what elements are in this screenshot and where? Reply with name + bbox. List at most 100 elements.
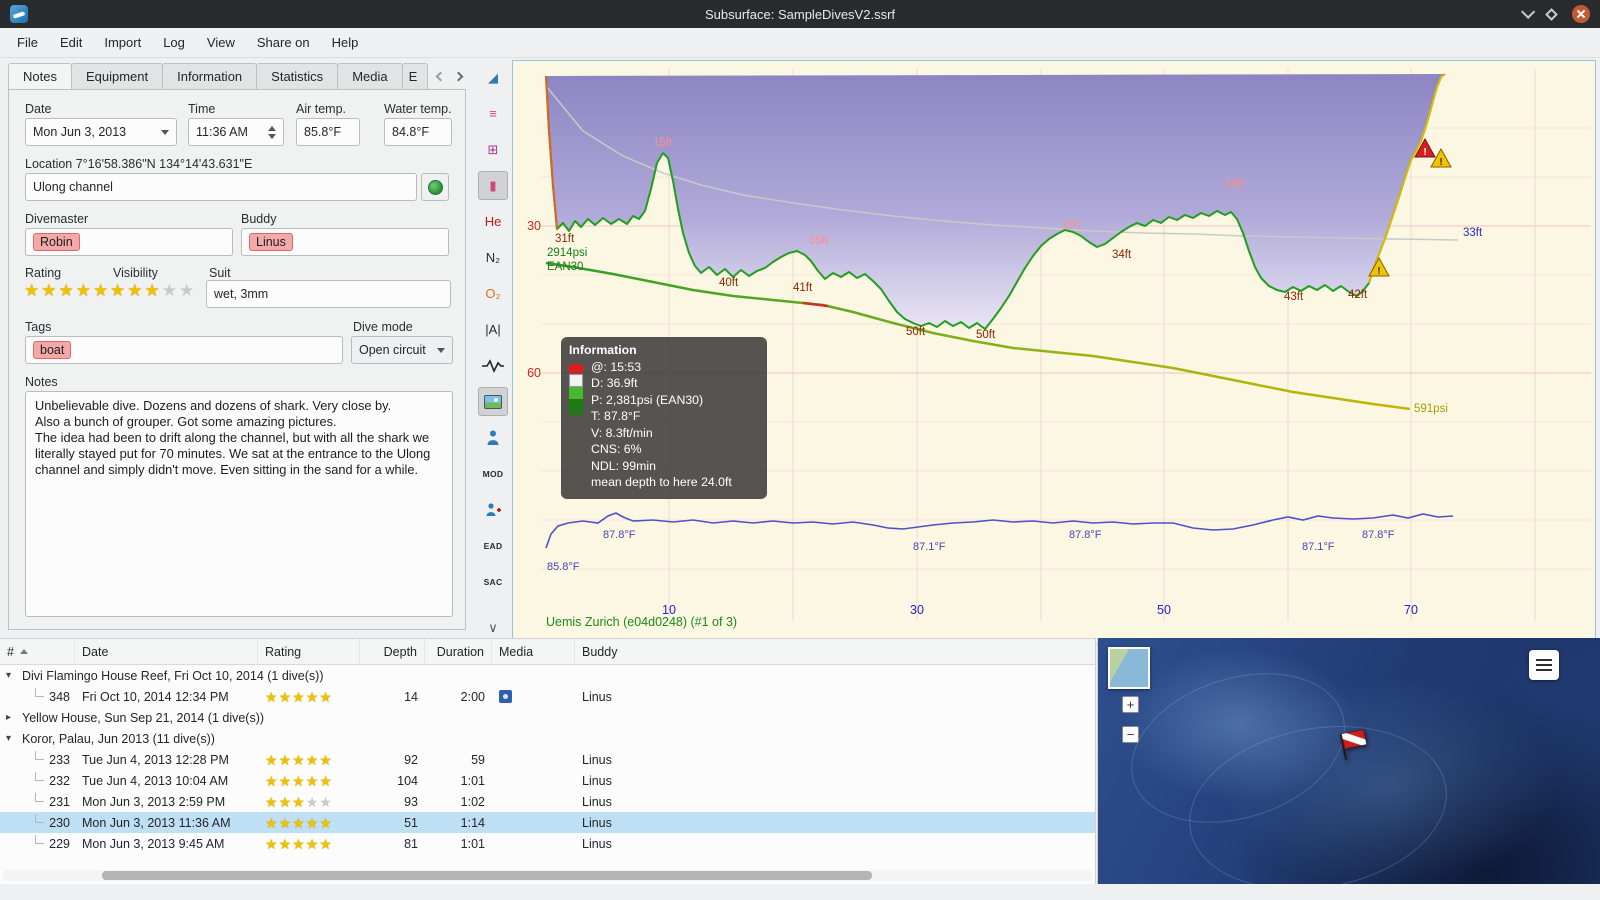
time-tick-50: 50: [1157, 603, 1171, 617]
dive-flag-marker[interactable]: [1333, 723, 1374, 765]
dive-number: 229: [49, 836, 70, 851]
dive-row-selected[interactable]: 230 Mon Jun 3, 2013 11:36 AM ★ ★ ★ ★ ★ 51 1:…: [0, 812, 1095, 833]
ceiling-icon[interactable]: |A|: [478, 315, 508, 344]
divemaster-chip[interactable]: Robin: [33, 233, 80, 251]
mean-depth-annotation: 33ft: [1463, 227, 1483, 239]
dive-profile-icon[interactable]: ◢: [478, 63, 508, 92]
tank-pressure-icon[interactable]: ▮: [478, 171, 508, 200]
maximize-icon[interactable]: [1545, 7, 1558, 21]
trip-row[interactable]: ▾ Divi Flamingo House Reef, Fri Oct 10, …: [0, 665, 1095, 686]
time-spinbox[interactable]: 11:36 AM: [188, 118, 284, 146]
col-depth[interactable]: Depth: [360, 639, 425, 664]
pp-nitrogen-icon[interactable]: N₂: [478, 243, 508, 272]
dive-profile-plot[interactable]: ! ! ! 30 60 10 30 50 70 31ft 15ft 40ft 3…: [512, 60, 1596, 645]
pp-helium-icon[interactable]: He: [478, 207, 508, 236]
col-date[interactable]: Date: [75, 639, 258, 664]
dive-date: Tue Jun 4, 2013 10:04 AM: [82, 773, 229, 788]
menu-log[interactable]: Log: [152, 30, 196, 55]
menu-help[interactable]: Help: [321, 30, 370, 55]
depth-annotation: 15ft: [653, 137, 673, 149]
tab-scroll-left-icon[interactable]: [433, 67, 448, 86]
time-label: Time: [188, 102, 216, 116]
tab-statistics[interactable]: Statistics: [256, 63, 339, 90]
map-menu-icon[interactable]: [1529, 650, 1559, 680]
dive-buddy: Linus: [582, 773, 612, 788]
menu-import[interactable]: Import: [93, 30, 152, 55]
water-temp-field[interactable]: 84.8°F: [384, 118, 452, 146]
map-location-button[interactable]: [421, 173, 449, 201]
tab-media[interactable]: Media: [337, 63, 403, 90]
dive-row[interactable]: 233 Tue Jun 4, 2013 12:28 PM ★ ★ ★ ★ ★ 92 59…: [0, 749, 1095, 770]
zoom-icon[interactable]: ⊞: [478, 135, 508, 164]
tab-notes[interactable]: Notes: [8, 63, 72, 90]
depth-annotation: 35ft: [809, 235, 829, 247]
spin-arrows-icon[interactable]: [268, 125, 276, 139]
menu-share-on[interactable]: Share on: [246, 30, 321, 55]
tag-chip[interactable]: boat: [33, 341, 72, 359]
buddy-chip[interactable]: Linus: [249, 233, 293, 251]
dive-row[interactable]: 229 Mon Jun 3, 2013 9:45 AM ★ ★ ★ ★ ★ 81 1:0…: [0, 833, 1095, 854]
location-field[interactable]: Ulong channel: [25, 173, 417, 201]
tab-information[interactable]: Information: [162, 63, 258, 90]
suit-field[interactable]: wet, 3mm: [206, 280, 451, 308]
pp-oxygen-icon[interactable]: O₂: [478, 279, 508, 308]
divemaster-field[interactable]: Robin: [25, 228, 233, 256]
overview-minimap[interactable]: [1108, 647, 1150, 689]
menu-edit[interactable]: Edit: [49, 30, 93, 55]
col-number[interactable]: #: [0, 639, 75, 664]
dive-mode-combobox[interactable]: Open circuit: [351, 336, 453, 364]
visibility-stars[interactable]: ★ ★ ★ ★ ★: [110, 282, 196, 299]
menu-file[interactable]: File: [6, 30, 49, 55]
rating-stars[interactable]: ★ ★ ★ ★ ★: [24, 282, 110, 299]
dive-row[interactable]: 348 Fri Oct 10, 2014 12:34 PM ★ ★ ★ ★ ★ 14 2…: [0, 686, 1095, 707]
dive-number: 230: [49, 815, 70, 830]
buddy-field[interactable]: Linus: [241, 228, 449, 256]
scrollbar-thumb[interactable]: [102, 871, 872, 880]
minimize-icon[interactable]: [1521, 4, 1536, 19]
close-icon[interactable]: [1572, 5, 1590, 23]
menu-view[interactable]: View: [196, 30, 246, 55]
col-duration[interactable]: Duration: [425, 639, 492, 664]
dive-number: 348: [49, 689, 70, 704]
dive-duration: 1:14: [460, 815, 485, 830]
mod-icon[interactable]: MOD: [478, 459, 508, 488]
tab-scroll-right-icon[interactable]: [451, 67, 466, 86]
diver-icon[interactable]: [478, 423, 508, 452]
notes-textarea[interactable]: Unbelievable dive. Dozens and dozens of …: [25, 391, 453, 617]
tags-field[interactable]: boat: [25, 336, 343, 364]
depth-annotation: 31ft: [1061, 220, 1081, 232]
dive-row[interactable]: 232 Tue Jun 4, 2013 10:04 AM ★ ★ ★ ★ ★ 104 1…: [0, 770, 1095, 791]
trip-row[interactable]: ▸ Yellow House, Sun Sep 21, 2014 (1 dive…: [0, 707, 1095, 728]
add-picture-icon[interactable]: [478, 495, 508, 524]
ruler-icon[interactable]: ≡: [478, 99, 508, 128]
col-media[interactable]: Media: [492, 639, 575, 664]
media-icon[interactable]: [499, 690, 512, 703]
zoom-in-button[interactable]: +: [1122, 696, 1139, 713]
trip-row[interactable]: ▾ Koror, Palau, Jun 2013 (11 dive(s)): [0, 728, 1095, 749]
col-buddy[interactable]: Buddy: [575, 639, 1095, 664]
sac-icon[interactable]: SAC: [478, 567, 508, 596]
dive-row[interactable]: 231 Mon Jun 3, 2013 2:59 PM ★ ★ ★ ★ ★ 93 1:0…: [0, 791, 1095, 812]
tab-equipment[interactable]: Equipment: [70, 63, 164, 90]
tab-extra-info[interactable]: E: [401, 63, 428, 90]
location-label: Location 7°16'58.386"N 134°14'43.631"E: [25, 157, 253, 171]
ead-icon[interactable]: EAD: [478, 531, 508, 560]
photos-icon[interactable]: [478, 387, 508, 416]
depth-annotation: 50ft: [976, 329, 996, 341]
depth-annotation: 40ft: [719, 277, 739, 289]
dive-computer-label[interactable]: Uemis Zurich (e04d0248) (#1 of 3): [546, 615, 737, 629]
trip-label: Yellow House, Sun Sep 21, 2014 (1 dive(s…: [22, 710, 265, 725]
date-combobox[interactable]: Mon Jun 3, 2013: [25, 118, 177, 146]
caret-down-icon[interactable]: ▾: [6, 670, 16, 681]
dive-date: Mon Jun 3, 2013 11:36 AM: [82, 815, 231, 830]
caret-down-icon[interactable]: ▾: [6, 733, 16, 744]
air-temp-field[interactable]: 85.8°F: [296, 118, 360, 146]
zoom-out-button[interactable]: −: [1122, 726, 1139, 743]
dive-rating-stars: ★ ★ ★ ★ ★: [265, 814, 333, 831]
dive-site-map[interactable]: + −: [1097, 638, 1600, 884]
caret-right-icon[interactable]: ▸: [6, 712, 16, 723]
heartrate-icon[interactable]: [478, 351, 508, 380]
horizontal-scrollbar[interactable]: [2, 870, 1093, 881]
col-rating[interactable]: Rating: [258, 639, 360, 664]
depth-annotation: 41ft: [793, 282, 813, 294]
